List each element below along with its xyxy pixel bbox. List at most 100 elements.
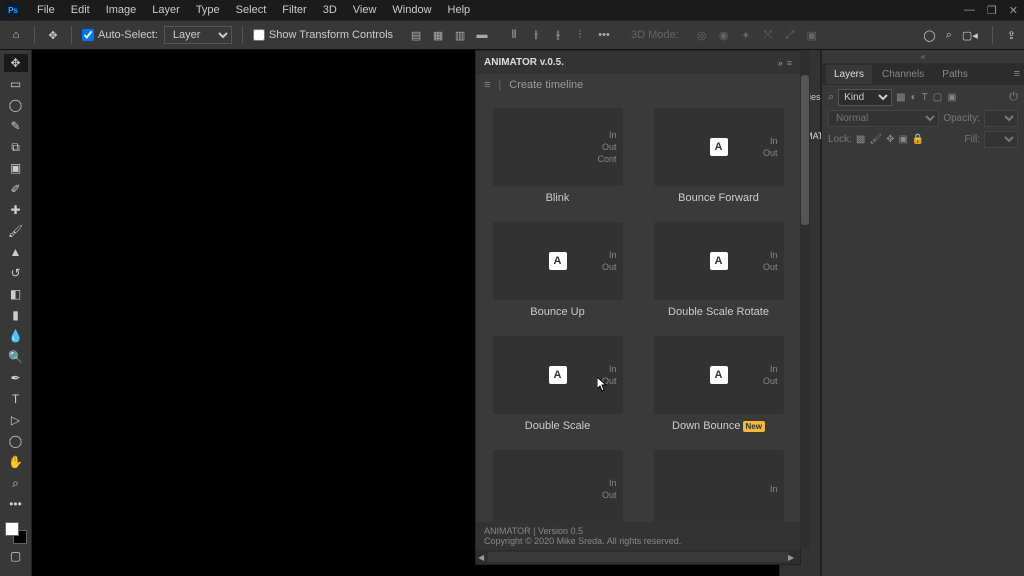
menu-item[interactable]: File — [30, 2, 62, 18]
marquee-tool[interactable]: ▭ — [4, 75, 28, 93]
blur-tool[interactable]: 💧 — [4, 327, 28, 345]
brush-tool[interactable]: 🖌 — [4, 222, 28, 240]
preset-thumb[interactable]: InOut — [493, 450, 623, 522]
menu-item[interactable]: Edit — [64, 2, 97, 18]
pen-tool[interactable]: ✒ — [4, 369, 28, 387]
filter-toggle-icon[interactable]: ⏻ — [1009, 91, 1018, 104]
animator-v-scrollbar[interactable] — [800, 51, 810, 549]
quick-select-tool[interactable]: ✎ — [4, 117, 28, 135]
crop-tool[interactable]: ⧉ — [4, 138, 28, 156]
panel-menu-icon[interactable]: ≡ — [1014, 68, 1020, 80]
auto-select-dropdown[interactable]: Layer — [164, 26, 232, 44]
eraser-tool[interactable]: ◧ — [4, 285, 28, 303]
menu-item[interactable]: Filter — [275, 2, 313, 18]
preset-item[interactable]: AInOutDouble Scale — [484, 336, 631, 432]
share-icon[interactable]: ⇪ — [1007, 29, 1016, 42]
menu-item[interactable]: Window — [385, 2, 438, 18]
home-icon[interactable]: ⌂ — [8, 27, 24, 43]
edit-toolbar[interactable]: ••• — [4, 495, 28, 513]
align-right-icon[interactable]: ▥ — [451, 26, 469, 44]
auto-select-checkbox[interactable]: Auto-Select: — [82, 29, 158, 41]
preset-thumb[interactable]: AInOut — [654, 222, 784, 300]
opacity-dropdown[interactable] — [984, 110, 1018, 127]
eyedropper-tool[interactable]: ✐ — [4, 180, 28, 198]
scroll-right-icon[interactable]: ▶ — [788, 553, 798, 562]
restore-icon[interactable]: ❐ — [987, 4, 997, 17]
filter-smart-icon[interactable]: ▣ — [947, 92, 956, 103]
distribute-top-icon[interactable]: ⫴ — [505, 26, 523, 44]
fill-dropdown[interactable] — [984, 131, 1018, 148]
preset-thumb[interactable]: AInOut — [654, 108, 784, 186]
collapse-handle-icon[interactable]: « — [822, 50, 1024, 63]
healing-tool[interactable]: ✚ — [4, 201, 28, 219]
zoom-tool[interactable]: ⌕ — [4, 474, 28, 492]
create-timeline-button[interactable]: Create timeline — [509, 79, 583, 91]
preset-thumb[interactable]: AInOut — [493, 336, 623, 414]
menu-item[interactable]: 3D — [316, 2, 344, 18]
scroll-thumb[interactable] — [801, 75, 809, 225]
tab-channels[interactable]: Channels — [874, 65, 932, 84]
show-transform-check[interactable] — [253, 29, 265, 41]
lock-transparent-icon[interactable]: ▩ — [856, 134, 865, 145]
animator-menu-icon[interactable]: ≡ — [484, 79, 490, 91]
path-select-tool[interactable]: ▷ — [4, 411, 28, 429]
panel-menu-icon[interactable]: ≡ — [787, 58, 792, 68]
close-icon[interactable]: ✕ — [1009, 4, 1018, 17]
preset-item[interactable]: AInOutDouble Scale Rotate — [645, 222, 792, 318]
canvas[interactable]: ANIMATOR v.0.5. » ≡ ≡ | Create timeline … — [32, 50, 779, 576]
history-brush-tool[interactable]: ↺ — [4, 264, 28, 282]
menu-item[interactable]: Image — [99, 2, 144, 18]
menu-item[interactable]: Select — [229, 2, 274, 18]
preset-item[interactable]: AInOutDown BounceNew — [645, 336, 792, 432]
lock-position-icon[interactable]: ✥ — [886, 134, 894, 145]
preset-item[interactable]: AInOutBounce Up — [484, 222, 631, 318]
preset-thumb[interactable]: AInOut — [654, 336, 784, 414]
filter-type-icon[interactable]: T — [922, 92, 928, 103]
preset-item[interactable]: In — [645, 450, 792, 522]
animator-header[interactable]: ANIMATOR v.0.5. » ≡ — [476, 51, 800, 74]
move-tool[interactable]: ✥ — [4, 54, 28, 72]
menu-item[interactable]: Help — [441, 2, 478, 18]
search-icon[interactable]: ⌕ — [946, 29, 952, 42]
more-options-icon[interactable]: ••• — [595, 26, 613, 44]
animator-h-scrollbar[interactable]: ◀ ▶ — [476, 550, 800, 564]
stamp-tool[interactable]: ▲ — [4, 243, 28, 261]
align-stretch-icon[interactable]: ▬ — [473, 26, 491, 44]
panel-collapse-icon[interactable]: » — [778, 58, 783, 68]
scroll-left-icon[interactable]: ◀ — [478, 553, 488, 562]
distribute-h-icon[interactable]: ⫶ — [571, 26, 589, 44]
lock-pixels-icon[interactable]: 🖌 — [869, 134, 882, 145]
distribute-middle-icon[interactable]: ⫲ — [527, 26, 545, 44]
workspace-icon[interactable]: ▢◂ — [962, 29, 978, 42]
type-tool[interactable]: T — [4, 390, 28, 408]
frame-tool[interactable]: ▣ — [4, 159, 28, 177]
preset-thumb[interactable]: In — [654, 450, 784, 522]
menu-item[interactable]: View — [346, 2, 384, 18]
auto-select-check[interactable] — [82, 29, 94, 41]
color-swatches[interactable] — [5, 522, 27, 544]
filter-shape-icon[interactable]: ▢ — [933, 92, 942, 103]
dodge-tool[interactable]: 🔍 — [4, 348, 28, 366]
tab-paths[interactable]: Paths — [934, 65, 976, 84]
menu-item[interactable]: Layer — [145, 2, 187, 18]
lock-artboard-icon[interactable]: ▣ — [898, 134, 907, 145]
preset-thumb[interactable]: InOutCont — [493, 108, 623, 186]
preset-item[interactable]: AInOutBounce Forward — [645, 108, 792, 204]
user-icon[interactable]: ◯ — [923, 29, 935, 42]
animator-preset-list[interactable]: InOutContBlinkAInOutBounce ForwardAInOut… — [476, 96, 800, 522]
shape-tool[interactable]: ◯ — [4, 432, 28, 450]
tab-layers[interactable]: Layers — [826, 65, 872, 84]
preset-item[interactable]: InOut — [484, 450, 631, 522]
fg-color-swatch[interactable] — [5, 522, 19, 536]
gradient-tool[interactable]: ▮ — [4, 306, 28, 324]
filter-kind-dropdown[interactable]: Kind — [838, 89, 892, 106]
lasso-tool[interactable]: ◯ — [4, 96, 28, 114]
blend-mode-dropdown[interactable]: Normal — [828, 110, 939, 127]
show-transform-checkbox[interactable]: Show Transform Controls — [253, 29, 393, 41]
move-tool-icon[interactable]: ✥ — [45, 27, 61, 43]
distribute-bottom-icon[interactable]: ⫳ — [549, 26, 567, 44]
quick-mask-tool[interactable]: ▢ — [4, 547, 28, 565]
minimize-icon[interactable]: — — [964, 4, 975, 17]
preset-thumb[interactable]: AInOut — [493, 222, 623, 300]
align-left-icon[interactable]: ▤ — [407, 26, 425, 44]
